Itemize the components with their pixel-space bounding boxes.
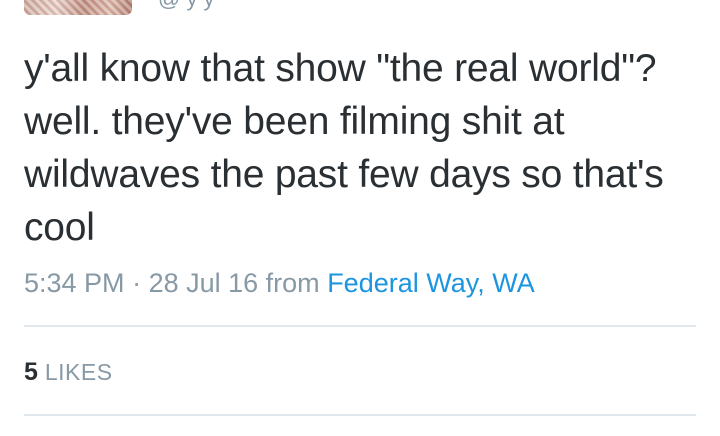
from-label: from: [265, 268, 320, 298]
avatar-image: [24, 0, 132, 15]
meta-separator: ·: [124, 268, 149, 298]
user-handle[interactable]: @ y y: [158, 0, 215, 12]
tweet-text: y'all know that show "the real world"? w…: [24, 47, 664, 249]
divider-bottom: [24, 414, 696, 416]
likes-count: 5: [24, 358, 38, 386]
tweet-time: 5:34 PM: [24, 268, 125, 298]
likes-stat[interactable]: 5 LIKES: [24, 356, 113, 388]
likes-label: LIKES: [44, 359, 113, 385]
avatar[interactable]: [24, 0, 132, 15]
tweet-date: 28 Jul 16: [148, 268, 259, 298]
tweet-location-link[interactable]: Federal Way, WA: [327, 268, 535, 298]
tweet-meta: 5:34 PM · 28 Jul 16 from Federal Way, WA: [24, 266, 535, 300]
divider-top: [24, 325, 696, 327]
